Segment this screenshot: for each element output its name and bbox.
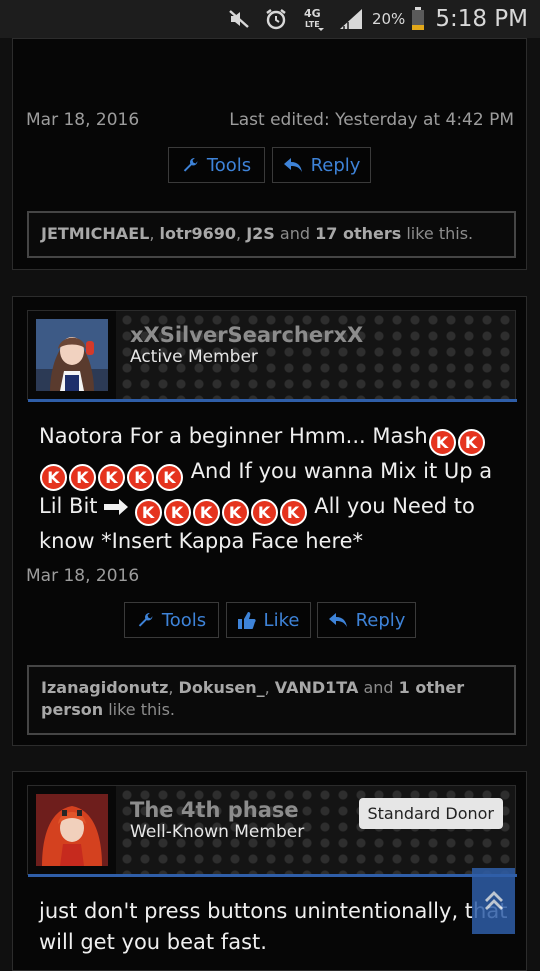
svg-text:LTE: LTE [305,20,320,29]
k-button-icon: K [250,499,278,526]
liker-link[interactable]: JETMICHAEL [41,224,149,243]
avatar-image [36,794,108,866]
status-bar: 4G LTE 20% 5:18 PM [0,0,540,38]
like-button[interactable]: Like [226,602,311,638]
alarm-icon [264,7,288,31]
arrow-right-icon [103,493,129,524]
k-button-icon: K [428,429,456,456]
tools-label: Tools [161,609,207,631]
post-message: Naotora For a beginner Hmm... Mash K K KKK… [39,421,509,557]
liker-link[interactable]: VAND1TA [275,678,359,697]
likes-and: and [279,224,311,243]
reply-label: Reply [355,609,406,631]
k-button-icon: K [457,429,485,456]
chevron-double-up-icon [484,891,503,910]
last-edited: Last edited: Yesterday at 4:42 PM [229,110,514,130]
others-link[interactable]: 17 others [315,224,401,243]
likes-suffix: like this. [108,700,175,719]
tools-label: Tools [206,154,252,176]
battery-percent: 20% [371,10,406,28]
message-text: Naotora For a beginner Hmm... Mash [39,424,428,448]
post: The 4th phase Well-Known Member Standard… [12,771,527,971]
battery-icon [411,7,425,31]
k-button-icon: K [156,464,183,491]
tools-button[interactable]: Tools [168,147,265,183]
k-button-icon: K [163,499,191,526]
tools-button[interactable]: Tools [124,602,219,638]
reply-icon [328,613,347,627]
donor-badge: Standard Donor [358,798,503,829]
k-button-icon: K [192,499,220,526]
post-date: Mar 18, 2016 [26,566,140,586]
likes-and: and [363,678,394,697]
liker-link[interactable]: Dokusen_ [179,678,265,697]
liker-link[interactable]: J2S [246,224,275,243]
liker-link[interactable]: Izanagidonutz [41,678,168,697]
reply-icon [283,158,302,172]
k-button-icon: K [134,499,162,526]
like-label: Like [263,609,300,631]
likes-suffix: like this. [406,224,474,243]
post: Mar 18, 2016 Last edited: Yesterday at 4… [12,38,527,270]
post: xXSilverSearcherxX Active Member Naotora… [12,296,527,746]
k-button-icon: K [98,464,125,491]
clock: 5:18 PM [435,6,528,32]
likes-summary: Izanagidonutz, Dokusen_, VAND1TA and 1 o… [27,665,516,735]
username-link[interactable]: The 4th phase [130,798,299,822]
user-title: Well-Known Member [130,822,305,842]
reply-button[interactable]: Reply [317,602,416,638]
avatar[interactable] [28,311,116,399]
post-message: just don't press buttons unintentionally… [39,899,508,954]
k-button-icon: K [40,464,67,491]
reply-button[interactable]: Reply [272,147,371,183]
k-button-icon: K [69,464,96,491]
thumbs-up-icon [237,611,256,629]
user-title: Active Member [130,347,258,367]
likes-summary: JETMICHAEL, lotr9690, J2S and 17 others … [27,211,516,258]
liker-link[interactable]: lotr9690 [159,224,236,243]
accent-rule [28,874,517,877]
user-bar: The 4th phase Well-Known Member Standard… [27,785,517,877]
user-bar: xXSilverSearcherxX Active Member [27,310,517,402]
k-button-icon: K [221,499,249,526]
reply-label: Reply [310,154,361,176]
k-button-icon: K [127,464,154,491]
post-date: Mar 18, 2016 [26,110,140,130]
k-button-icon: K [279,499,307,526]
avatar[interactable] [28,786,116,874]
scroll-to-top-button[interactable] [472,868,515,934]
avatar-image [36,319,108,391]
wrench-icon [183,157,198,172]
username-link[interactable]: xXSilverSearcherxX [130,323,363,347]
wrench-icon [138,612,153,627]
mute-icon [228,9,250,29]
svg-text:4G: 4G [304,7,321,20]
accent-rule [28,399,517,402]
network-4g-icon: 4G LTE [302,6,324,32]
signal-icon [338,8,364,30]
